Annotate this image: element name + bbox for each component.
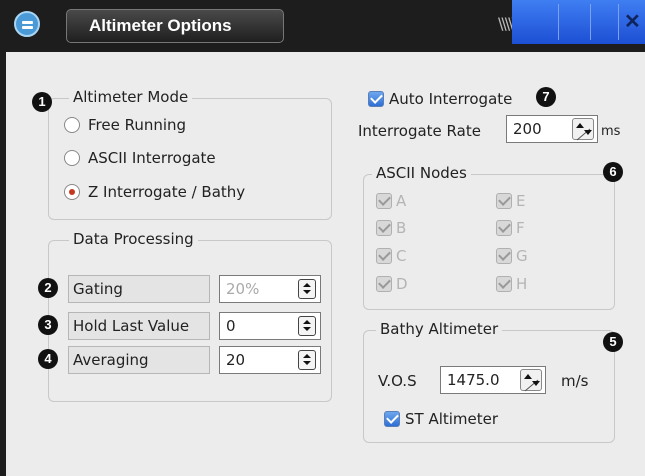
node-label: B xyxy=(396,219,407,237)
checkbox-disabled xyxy=(376,220,392,236)
gating-spin-icon[interactable] xyxy=(298,279,316,299)
radio-z-interrogate-bathy[interactable]: Z Interrogate / Bathy xyxy=(64,181,245,203)
badge-4: 4 xyxy=(38,349,58,369)
node-label: C xyxy=(396,247,407,265)
title-button-divider xyxy=(618,4,619,40)
ascii-nodes-legend: ASCII Nodes xyxy=(372,164,471,182)
interrogate-rate-label: Interrogate Rate xyxy=(358,122,481,140)
averaging-label: Averaging xyxy=(68,346,210,374)
ascii-node-e: E xyxy=(496,191,525,211)
checkbox-disabled xyxy=(496,193,512,209)
options-panel: Altimeter Mode 1 Free Running ASCII Inte… xyxy=(0,52,645,476)
hold-last-value-spinbox[interactable]: 0 xyxy=(219,312,321,340)
title-bar[interactable]: Altimeter Options \\\\\\ ✕ xyxy=(0,0,645,52)
radio-button[interactable] xyxy=(64,117,80,133)
checkbox-disabled xyxy=(496,248,512,264)
checkbox-disabled xyxy=(376,276,392,292)
badge-5: 5 xyxy=(603,332,623,352)
checkbox-checked[interactable] xyxy=(384,411,400,427)
radio-ascii-interrogate[interactable]: ASCII Interrogate xyxy=(64,147,216,169)
altimeter-options-window: Altimeter Options \\\\\\ ✕ Altimeter Mod… xyxy=(0,0,645,476)
checkbox-checked[interactable] xyxy=(368,91,384,107)
radio-button-selected[interactable] xyxy=(64,184,80,200)
title-button-divider xyxy=(590,4,591,40)
badge-1: 1 xyxy=(32,92,52,112)
st-altimeter-checkbox[interactable]: ST Altimeter xyxy=(384,409,498,429)
badge-7: 7 xyxy=(536,87,556,107)
ascii-node-c: C xyxy=(376,246,406,266)
hold-last-value-value: 0 xyxy=(226,317,236,335)
vos-label: V.O.S xyxy=(378,372,417,390)
interrogate-rate-spin-icon[interactable] xyxy=(572,118,594,141)
radio-label: Free Running xyxy=(88,116,187,134)
close-icon[interactable]: ✕ xyxy=(624,9,641,34)
bathy-altimeter-legend: Bathy Altimeter xyxy=(376,320,503,338)
gating-label: Gating xyxy=(68,275,210,303)
radio-label: ASCII Interrogate xyxy=(88,149,216,167)
node-label: A xyxy=(396,192,407,210)
ascii-node-d: D xyxy=(376,274,408,294)
badge-6: 6 xyxy=(603,162,623,182)
ascii-node-a: A xyxy=(376,191,406,211)
radio-label: Z Interrogate / Bathy xyxy=(88,183,246,201)
checkbox-disabled xyxy=(376,193,392,209)
title-button-divider xyxy=(558,4,559,40)
altimeter-mode-legend: Altimeter Mode xyxy=(69,88,193,106)
vos-unit: m/s xyxy=(561,372,589,390)
badge-3: 3 xyxy=(38,315,58,335)
checkbox-disabled xyxy=(376,248,392,264)
gating-spinbox[interactable]: 20% xyxy=(219,275,321,303)
averaging-spinbox[interactable]: 20 xyxy=(219,346,321,374)
badge-2: 2 xyxy=(38,278,58,298)
interrogate-rate-unit: ms xyxy=(601,124,621,139)
auto-interrogate-checkbox[interactable]: Auto Interrogate xyxy=(368,89,512,109)
node-label: D xyxy=(396,275,408,293)
data-processing-legend: Data Processing xyxy=(69,230,198,248)
hold-last-value-spin-icon[interactable] xyxy=(298,316,316,336)
vos-spin-icon[interactable] xyxy=(520,369,542,392)
ascii-node-h: H xyxy=(496,274,527,294)
window-title: Altimeter Options xyxy=(66,9,284,43)
node-label: F xyxy=(516,219,525,237)
radio-button[interactable] xyxy=(64,150,80,166)
node-label: E xyxy=(516,192,526,210)
app-menu-icon[interactable] xyxy=(14,11,40,37)
gating-value: 20% xyxy=(226,280,260,298)
averaging-value: 20 xyxy=(226,351,246,369)
hold-last-value-label: Hold Last Value xyxy=(68,312,210,340)
node-label: H xyxy=(516,275,528,293)
checkbox-disabled xyxy=(496,220,512,236)
checkbox-disabled xyxy=(496,276,512,292)
auto-interrogate-label: Auto Interrogate xyxy=(389,90,513,108)
ascii-node-g: G xyxy=(496,246,528,266)
ascii-node-b: B xyxy=(376,218,406,238)
node-label: G xyxy=(516,247,528,265)
ascii-node-f: F xyxy=(496,218,525,238)
averaging-spin-icon[interactable] xyxy=(298,350,316,370)
radio-free-running[interactable]: Free Running xyxy=(64,114,186,136)
st-altimeter-label: ST Altimeter xyxy=(405,410,499,428)
